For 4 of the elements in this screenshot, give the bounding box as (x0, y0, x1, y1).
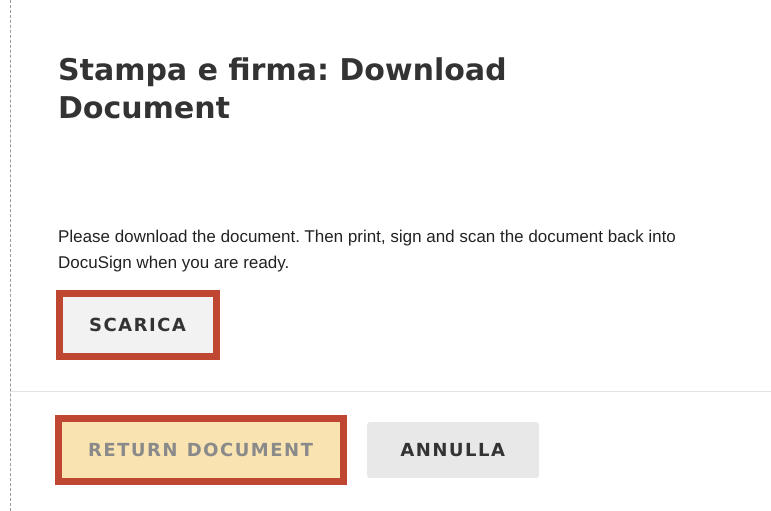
dialog-title: Stampa e firma: Download Document (58, 52, 508, 128)
instruction-text: Please download the document. Then print, sign and scan the document back into DocuSign when you are ready. (58, 226, 677, 274)
download-button[interactable]: SCARICA (56, 290, 220, 360)
cancel-button[interactable]: ANNULLA (367, 422, 540, 478)
